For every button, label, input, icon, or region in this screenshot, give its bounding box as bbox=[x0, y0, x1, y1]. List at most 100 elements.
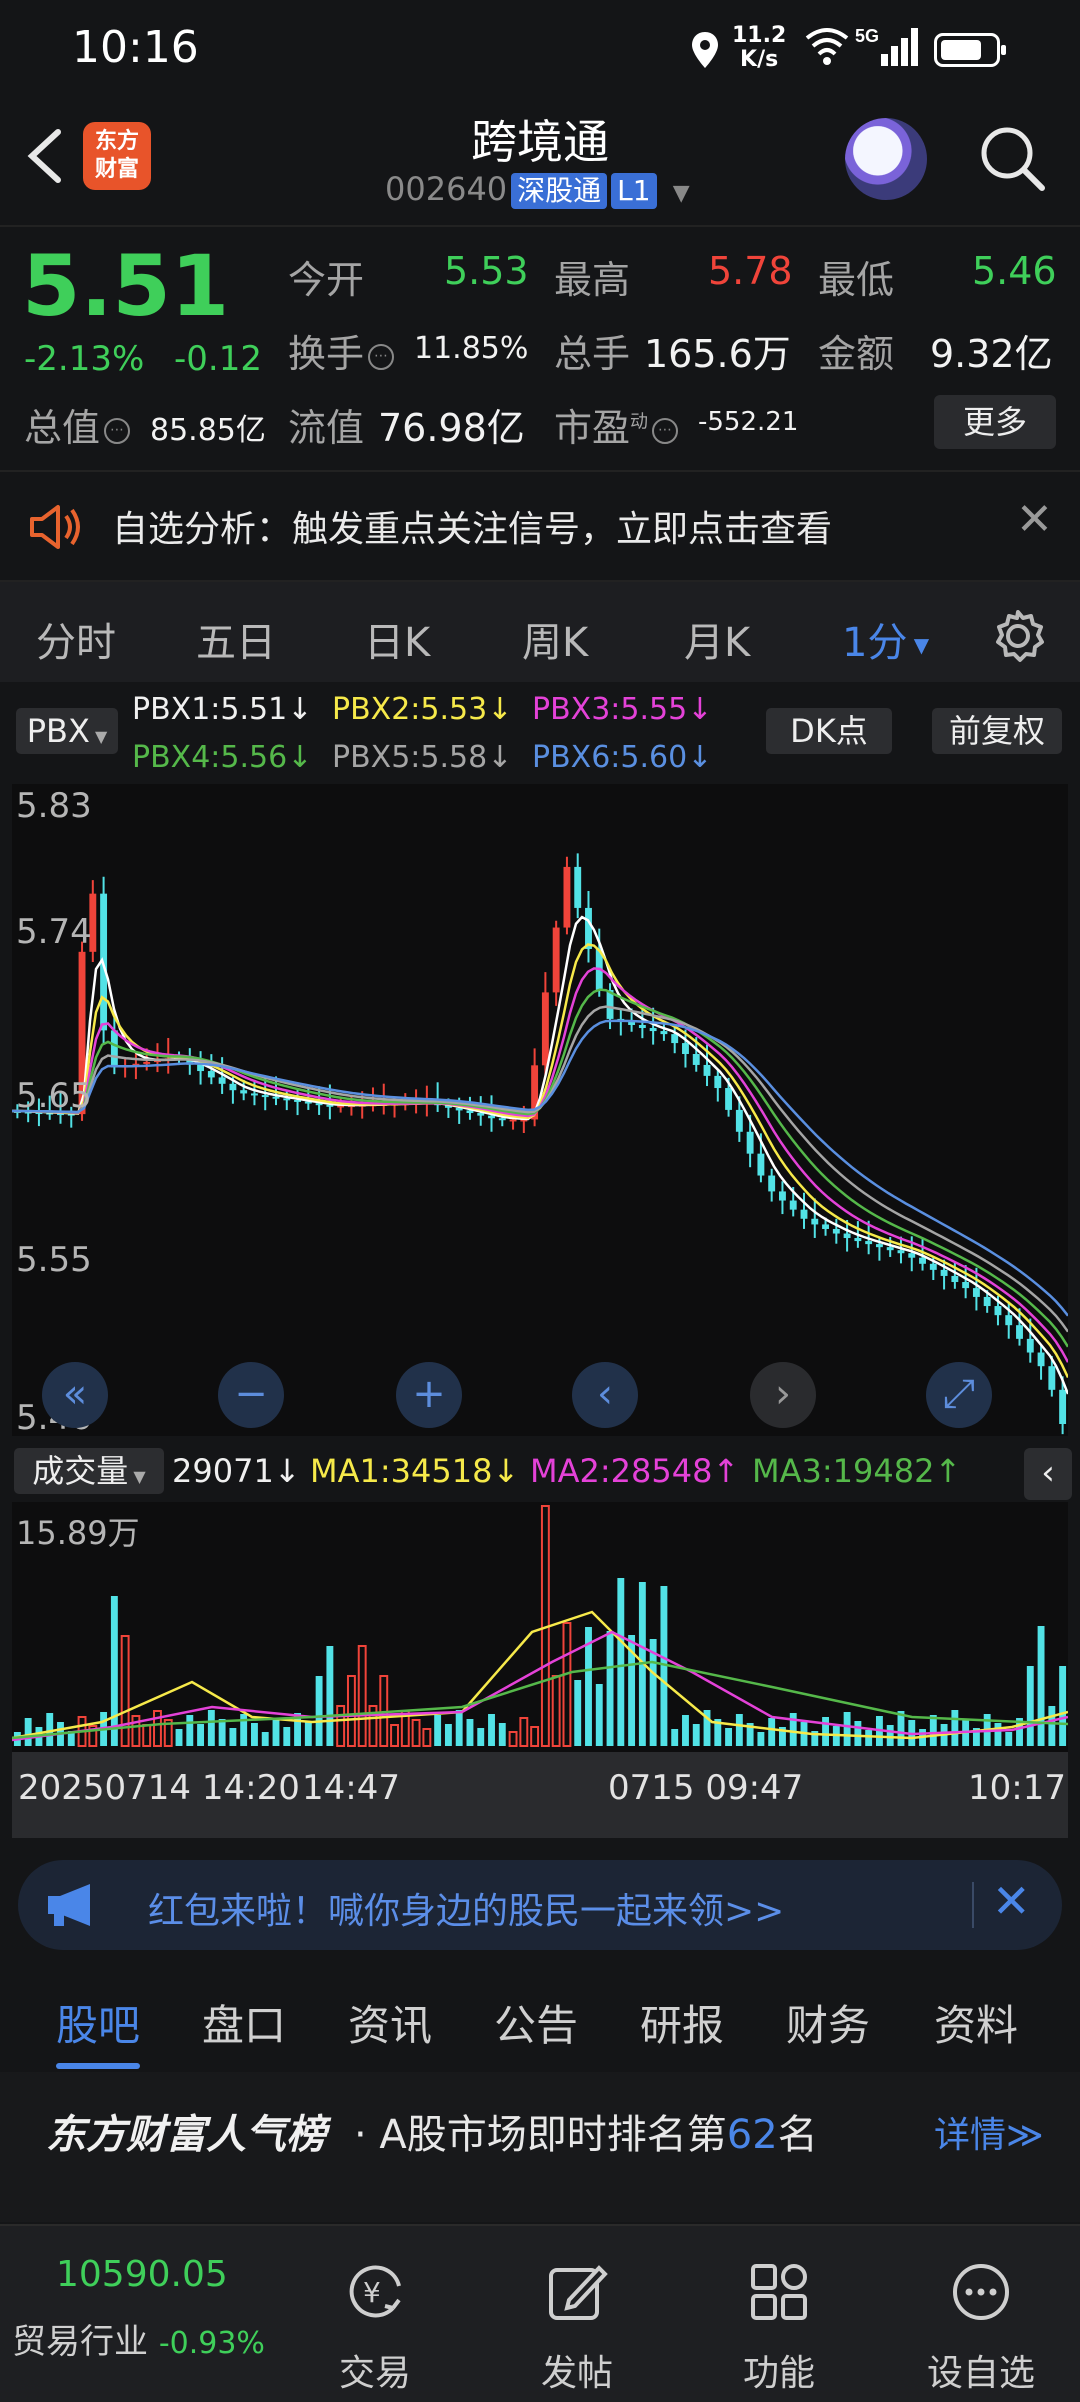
price-tick: 5.65 bbox=[16, 1076, 92, 1116]
tab-profile[interactable]: 资料 bbox=[934, 1992, 1018, 2053]
level-tag: L1 bbox=[611, 173, 657, 209]
pbx1-label: PBX1:5.51↓ bbox=[132, 692, 313, 727]
low-label: 最低 bbox=[818, 258, 895, 302]
tab-one-minute[interactable]: 1分 ▼ bbox=[842, 610, 929, 668]
turnover-value: 11.85% bbox=[414, 331, 529, 366]
tab-weekly-k[interactable]: 周K bbox=[522, 610, 588, 668]
rank-detail-link[interactable]: 详情≫ bbox=[934, 2106, 1044, 2158]
tab-five-day[interactable]: 五日 bbox=[196, 610, 276, 668]
volume-selector[interactable]: 成交量 ▼ bbox=[14, 1448, 164, 1494]
candle-body bbox=[649, 1028, 657, 1032]
robot-assistant-avatar[interactable] bbox=[845, 118, 927, 200]
scroll-left-far-button[interactable]: « bbox=[42, 1362, 108, 1428]
volume-bar bbox=[1026, 1666, 1034, 1746]
tab-monthly-k[interactable]: 月K bbox=[684, 610, 750, 668]
volume-bar bbox=[562, 1622, 572, 1747]
popularity-rank[interactable]: 东方财富人气榜 · A股市场即时排名第62名 详情≫ bbox=[0, 2072, 1080, 2222]
stock-code-row[interactable]: 002640 深股通 L1 ▼ bbox=[385, 170, 690, 209]
volume-bar bbox=[508, 1731, 518, 1747]
trade-yen-icon: ¥ bbox=[349, 2265, 401, 2318]
search-icon[interactable] bbox=[976, 122, 1048, 194]
scroll-right-button[interactable]: › bbox=[750, 1362, 816, 1428]
change-value: -0.12 bbox=[174, 339, 262, 379]
volume-bar bbox=[1059, 1666, 1067, 1746]
candle-body bbox=[638, 1024, 646, 1029]
volume-bar bbox=[197, 1724, 205, 1746]
volume-bar bbox=[822, 1717, 829, 1746]
info-icon: ⋯ bbox=[652, 417, 679, 444]
collapse-arrow-icon[interactable]: ‹ bbox=[1024, 1448, 1072, 1500]
wifi-icon bbox=[805, 28, 849, 65]
volume-bar bbox=[444, 1724, 452, 1746]
net-speed: 11.2 K/s bbox=[732, 23, 787, 72]
scroll-left-button[interactable]: ‹ bbox=[572, 1362, 638, 1428]
kline-chart[interactable]: 5.83 5.74 5.65 5.55 5.46 « − + ‹ › ⤢ bbox=[12, 784, 1068, 1438]
candle-body bbox=[552, 927, 560, 993]
indicator-selector[interactable]: PBX ▼ bbox=[16, 708, 118, 754]
close-icon[interactable]: ✕ bbox=[1016, 494, 1053, 545]
tab-order-book[interactable]: 盘口 bbox=[202, 1992, 286, 2053]
dk-point-button[interactable]: DK点 bbox=[766, 708, 892, 754]
volume-bar bbox=[951, 1710, 959, 1746]
volume-bar bbox=[854, 1721, 862, 1746]
tab-research[interactable]: 研报 bbox=[640, 1992, 724, 2053]
rank-brand: 东方财富人气榜 bbox=[46, 2112, 326, 2158]
close-icon[interactable]: ✕ bbox=[992, 1874, 1031, 1928]
zoom-out-button[interactable]: − bbox=[218, 1362, 284, 1428]
tab-announcements[interactable]: 公告 bbox=[494, 1992, 578, 2053]
candle-body bbox=[1005, 1315, 1013, 1326]
candle-body bbox=[800, 1209, 808, 1219]
promo-banner[interactable]: 红包来啦！喊你身边的股民一起来领>> ✕ bbox=[18, 1860, 1062, 1950]
volume-bar bbox=[336, 1705, 346, 1747]
tab-financials[interactable]: 财务 bbox=[786, 1992, 870, 2053]
current-price: 5.51 bbox=[22, 237, 230, 335]
volume-bar bbox=[411, 1719, 421, 1747]
nav-functions[interactable]: 功能 bbox=[714, 2260, 844, 2396]
volume-bar bbox=[682, 1715, 689, 1746]
candle-body bbox=[789, 1200, 797, 1210]
settings-gear-icon[interactable] bbox=[990, 608, 1046, 664]
index-value[interactable]: 10590.05 bbox=[56, 2254, 228, 2295]
index-name-row[interactable]: 贸易行业 -0.93% bbox=[12, 2314, 265, 2363]
price-tick: 5.74 bbox=[16, 912, 92, 952]
tab-intraday[interactable]: 分时 bbox=[36, 610, 116, 668]
zoom-in-button[interactable]: + bbox=[396, 1362, 462, 1428]
candle-body bbox=[682, 1043, 689, 1055]
volume-bar bbox=[551, 1675, 561, 1747]
candle-body bbox=[488, 1115, 495, 1119]
svg-text:5G: 5G bbox=[855, 26, 879, 46]
tab-news[interactable]: 资讯 bbox=[348, 1992, 432, 2053]
volume-bar bbox=[735, 1714, 743, 1746]
candle-body bbox=[832, 1228, 840, 1234]
volume-bar bbox=[692, 1724, 700, 1746]
tab-daily-k[interactable]: 日K bbox=[364, 610, 430, 668]
mktcap-label: 总值 ⋯ bbox=[24, 397, 131, 452]
volume-bar bbox=[240, 1714, 248, 1746]
period-tabs: 分时 五日 日K 周K 月K 1分 ▼ bbox=[0, 582, 1080, 682]
candle-body bbox=[843, 1233, 851, 1239]
volume-bar bbox=[357, 1645, 367, 1747]
volume-bar bbox=[725, 1728, 733, 1746]
pbx6-line bbox=[12, 1019, 1068, 1317]
mktcap-value: 85.85亿 bbox=[150, 413, 266, 448]
candle-body bbox=[1016, 1325, 1023, 1339]
stock-header: 东方 财富 跨境通 002640 深股通 L1 ▼ bbox=[0, 100, 1080, 227]
alert-banner[interactable]: 自选分析：触发重点关注信号，立即点击查看 ✕ bbox=[0, 470, 1080, 582]
fullscreen-icon[interactable]: ⤢ bbox=[926, 1362, 992, 1428]
kline-svg bbox=[12, 853, 1068, 1435]
more-button[interactable]: 更多 bbox=[934, 395, 1056, 449]
volume-legend: 成交量 ▼ 29071↓ MA1:34518↓ MA2:28548↑ MA3:1… bbox=[0, 1440, 1080, 1502]
volume-bar bbox=[595, 1684, 603, 1746]
nav-post[interactable]: 发帖 bbox=[512, 2260, 642, 2396]
nav-trade[interactable]: ¥ 交易 bbox=[310, 2260, 440, 2396]
volume-bar bbox=[422, 1728, 432, 1747]
price-tick: 5.83 bbox=[16, 786, 92, 826]
volume-chart[interactable]: 15.89万 bbox=[12, 1502, 1068, 1752]
nav-add-watchlist[interactable]: 设自选 bbox=[916, 2260, 1046, 2396]
candle-body bbox=[660, 1031, 668, 1035]
candle-body bbox=[822, 1224, 829, 1229]
tab-forum[interactable]: 股吧 bbox=[56, 1992, 141, 2069]
ma2-label: MA2:28548↑ bbox=[530, 1452, 740, 1490]
stock-code: 002640 bbox=[385, 170, 508, 208]
adjust-button[interactable]: 前复权 bbox=[932, 708, 1062, 754]
